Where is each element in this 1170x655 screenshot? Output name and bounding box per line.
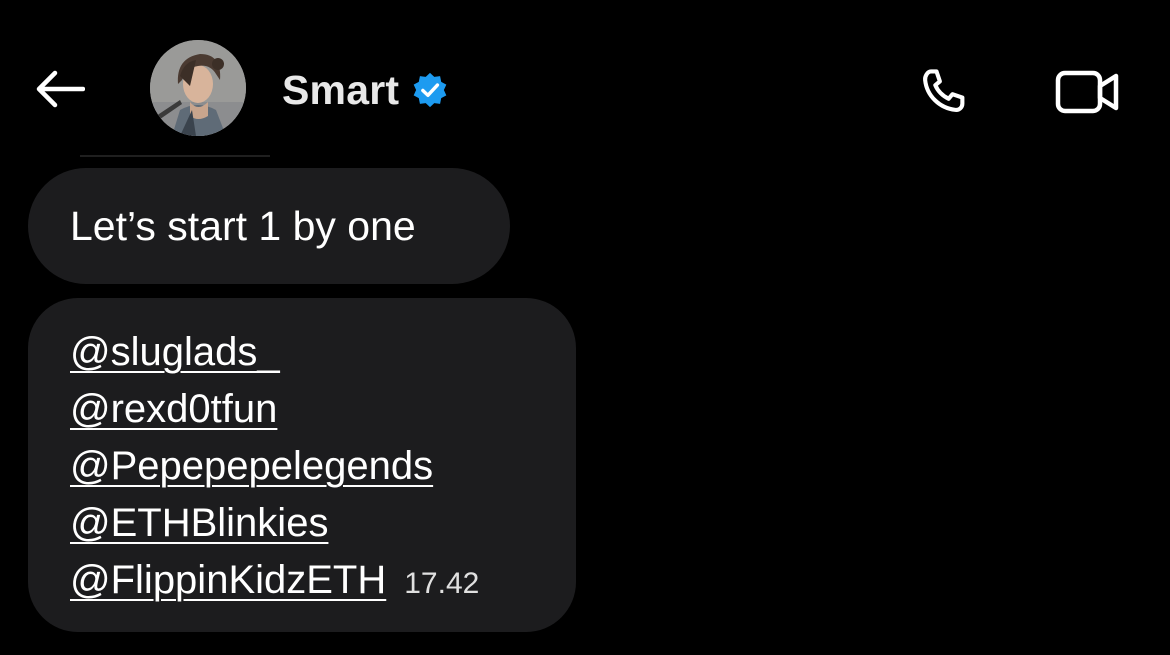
chat-header: Smart bbox=[0, 0, 1170, 160]
mention-link[interactable]: @rexd0tfun bbox=[70, 381, 536, 438]
mention-link[interactable]: @sluglads_ bbox=[70, 324, 536, 381]
mention-link[interactable]: @FlippinKidzETH bbox=[70, 552, 386, 609]
contact-name-block[interactable]: Smart bbox=[282, 62, 449, 118]
header-divider bbox=[80, 155, 270, 157]
avatar[interactable] bbox=[150, 40, 246, 136]
phone-icon bbox=[923, 69, 965, 112]
message-last-line: @FlippinKidzETH 17.42 bbox=[70, 552, 536, 609]
message-text: Let’s start 1 by one bbox=[70, 202, 416, 249]
arrow-left-icon bbox=[36, 70, 85, 108]
message-bubble[interactable]: Let’s start 1 by one bbox=[28, 168, 510, 284]
message-timestamp: 17.42 bbox=[404, 567, 480, 600]
mention-link[interactable]: @ETHBlinkies bbox=[70, 495, 536, 552]
video-camera-icon bbox=[1055, 70, 1119, 114]
call-button[interactable] bbox=[908, 56, 980, 128]
profile-picture bbox=[150, 40, 246, 136]
mention-link[interactable]: @Pepepepelegends bbox=[70, 438, 536, 495]
contact-name: Smart bbox=[282, 66, 400, 113]
back-button[interactable] bbox=[28, 62, 90, 116]
message-bubble[interactable]: @sluglads_ @rexd0tfun @Pepepepelegends @… bbox=[28, 298, 576, 632]
verified-badge-icon bbox=[413, 72, 447, 108]
video-call-button[interactable] bbox=[1048, 56, 1128, 128]
